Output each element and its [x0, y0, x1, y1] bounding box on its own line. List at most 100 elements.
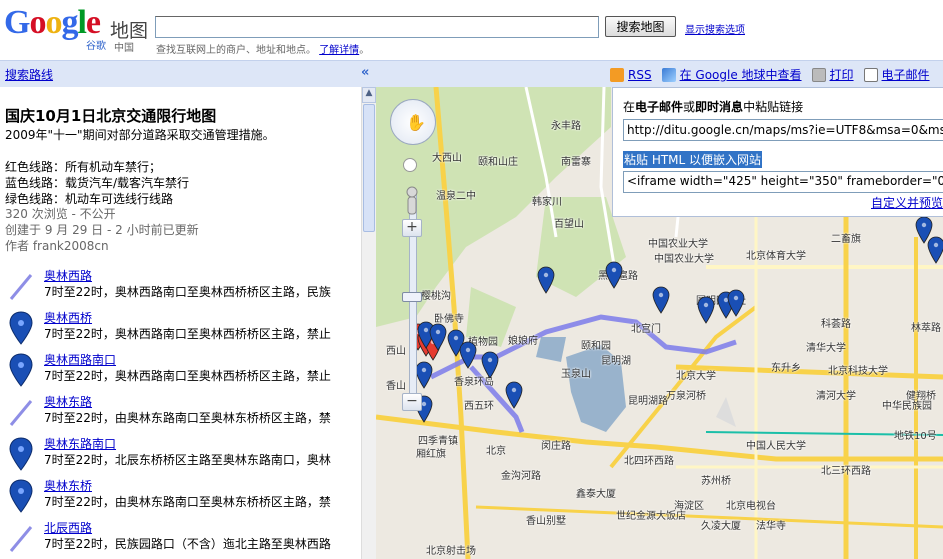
printer-icon: [811, 67, 826, 82]
paste-link-or: 或: [683, 100, 696, 114]
item-description: 7时至22时，民族园路口（不含）迤北主路至奥林西路: [44, 537, 331, 551]
print-link[interactable]: 打印: [811, 66, 854, 83]
map-label: 清河大学: [816, 391, 856, 402]
map-label: 中国人民大学: [746, 441, 806, 452]
map-label: 林萃路: [911, 323, 941, 334]
blue-pin-icon[interactable]: [727, 289, 745, 317]
logo-sub-cn: 谷歌: [86, 41, 106, 52]
embed-code-field[interactable]: <iframe width="425" height="350" framebo…: [623, 171, 943, 193]
item-name[interactable]: 奥林东桥: [44, 477, 92, 494]
map-label: 韩家川: [532, 197, 562, 208]
map-label: 南雷寨: [561, 157, 591, 168]
blue-pin-icon[interactable]: [459, 341, 477, 369]
map-label: 中国农业大学: [648, 239, 708, 250]
map-description: 2009年"十一"期间对部分道路采取交通管理措施。: [5, 128, 275, 142]
scroll-thumb[interactable]: [363, 104, 375, 232]
map-label: 万泉河桥: [666, 391, 706, 402]
map-label: 法华寺: [756, 521, 786, 532]
hand-icon: ✋: [406, 113, 426, 132]
map-label: 苏州桥: [701, 476, 731, 487]
map-label: 娘娘府: [508, 336, 538, 347]
learn-more-link[interactable]: 了解详情: [319, 45, 359, 56]
search-map-button[interactable]: 搜索地图: [605, 16, 676, 37]
item-name[interactable]: 奥林西路南口: [44, 351, 116, 368]
list-item[interactable]: 北辰西路 7时至22时，民族园路口（不含）迤北主路至奥林西路: [6, 519, 356, 559]
overview-toggle-icon[interactable]: [403, 158, 417, 172]
google-earth-link[interactable]: 在 Google 地球中查看: [661, 66, 802, 83]
map-label: 北三环西路: [821, 466, 871, 477]
map-label: 北宫门: [631, 324, 661, 335]
paste-link-prefix: 在: [623, 100, 636, 114]
list-item[interactable]: 奥林西路南口 7时至22时，奥林西路南口至奥林西桥桥区主路，禁止: [6, 351, 356, 391]
blue-pin-icon[interactable]: [697, 296, 715, 324]
link-url-field[interactable]: [623, 119, 943, 141]
pan-control[interactable]: ✋: [390, 99, 436, 145]
map-label: 永丰路: [551, 121, 581, 132]
zoom-slider-thumb[interactable]: [402, 292, 422, 302]
item-name[interactable]: 奥林东路南口: [44, 435, 116, 452]
map-label: 北京科技大学: [828, 366, 888, 377]
blue-pin-icon[interactable]: [537, 266, 555, 294]
zoom-out-button[interactable]: −: [402, 393, 422, 411]
sidebar: 国庆10月1日北京交通限行地图 2009年"十一"期间对部分道路采取交通管理措施…: [0, 87, 361, 559]
list-item[interactable]: 奥林东路 7时至22时，由奥林东路南口至奥林东桥桥区主路，禁: [6, 393, 356, 433]
paste-link-email: 电子邮件: [635, 100, 684, 114]
google-earth-label: 在 Google 地球中查看: [679, 68, 802, 82]
blue-pin-icon[interactable]: [481, 351, 499, 379]
map-label: 北京大学: [676, 371, 716, 382]
print-label: 打印: [829, 68, 854, 82]
map-label: 颐和山庄: [478, 157, 518, 168]
pegman-icon[interactable]: [403, 186, 421, 216]
search-routes-link[interactable]: 搜索路线: [5, 66, 53, 83]
list-item[interactable]: 奥林西桥 7时至22时，奥林西路南口至奥林西桥桥区主路，禁止: [6, 309, 356, 349]
list-item[interactable]: 奥林西路 7时至22时，奥林西路南口至奥林西桥桥区主路，民族: [6, 267, 356, 307]
link-popup: 在电子邮件或即时消息中粘贴链接 粘贴 HTML 以便嵌入网站 <iframe w…: [612, 87, 943, 217]
map-label: 香山: [386, 381, 406, 392]
item-description: 7时至22时，奥林西路南口至奥林西桥桥区主路，禁止: [44, 369, 331, 383]
sidebar-scrollbar[interactable]: ▲: [361, 87, 376, 559]
map-label: 科荟路: [821, 319, 851, 330]
map-label: 大西山: [432, 153, 462, 164]
map-label: 北京射击场: [426, 546, 476, 557]
map-label: 清华大学: [806, 343, 846, 354]
list-item[interactable]: 奥林东桥 7时至22时，由奥林东路南口至奥林东桥桥区主路，禁: [6, 477, 356, 517]
search-hint-suffix: 。: [359, 45, 370, 56]
scroll-up-arrow[interactable]: ▲: [362, 87, 376, 103]
google-logo[interactable]: Google 谷歌 地图 中国: [4, 4, 154, 54]
map-label: 百望山: [554, 219, 584, 230]
line-icon: [9, 526, 33, 552]
toolbar: 搜索路线 « RSS 在 Google 地球中查看 打印 电子邮件: [0, 60, 943, 87]
rss-label: RSS: [628, 67, 652, 82]
embed-html-label: 粘贴 HTML 以便嵌入网站: [623, 151, 763, 168]
email-link[interactable]: 电子邮件: [863, 66, 930, 83]
map-label: 北京电视台: [726, 501, 776, 512]
rss-link[interactable]: RSS: [610, 66, 652, 83]
item-name[interactable]: 北辰西路: [44, 519, 92, 536]
map-label: 樱桃沟: [421, 291, 451, 302]
blue-pin-icon[interactable]: [505, 381, 523, 409]
customize-preview-link[interactable]: 自定义并预览: [871, 194, 943, 211]
list-item[interactable]: 奥林东路南口 7时至22时，北辰东桥桥区主路至奥林东路南口，奥林: [6, 435, 356, 475]
blue-pin-icon[interactable]: [429, 323, 447, 351]
search-input[interactable]: [155, 16, 599, 38]
zoom-in-button[interactable]: +: [402, 219, 422, 237]
collapse-sidebar-button[interactable]: «: [361, 65, 375, 82]
item-description: 7时至22时，北辰东桥桥区主路至奥林东路南口，奥林: [44, 453, 331, 467]
item-name[interactable]: 奥林西桥: [44, 309, 92, 326]
blue-pin-icon[interactable]: [415, 361, 433, 389]
email-label: 电子邮件: [881, 68, 930, 82]
blue-pin-icon[interactable]: [927, 236, 943, 264]
envelope-icon: [863, 67, 878, 82]
map-label: 中华民族园: [882, 401, 932, 412]
map-label: 世纪金源大饭店: [616, 511, 686, 522]
toolbar-links: RSS 在 Google 地球中查看 打印 电子邮件: [610, 66, 930, 83]
item-name[interactable]: 奥林西路: [44, 267, 92, 284]
blue-pin-icon[interactable]: [605, 261, 623, 289]
header: Google 谷歌 地图 中国 搜索地图 显示搜索选项 查找互联网上的商户、地址…: [0, 0, 943, 60]
item-name[interactable]: 奥林东路: [44, 393, 92, 410]
line-icon: [9, 400, 33, 426]
blue-pin-icon: [9, 353, 33, 387]
blue-pin-icon[interactable]: [652, 286, 670, 314]
item-description: 7时至22时，由奥林东路南口至奥林东桥桥区主路，禁: [44, 495, 331, 509]
show-search-options-link[interactable]: 显示搜索选项: [685, 21, 745, 36]
